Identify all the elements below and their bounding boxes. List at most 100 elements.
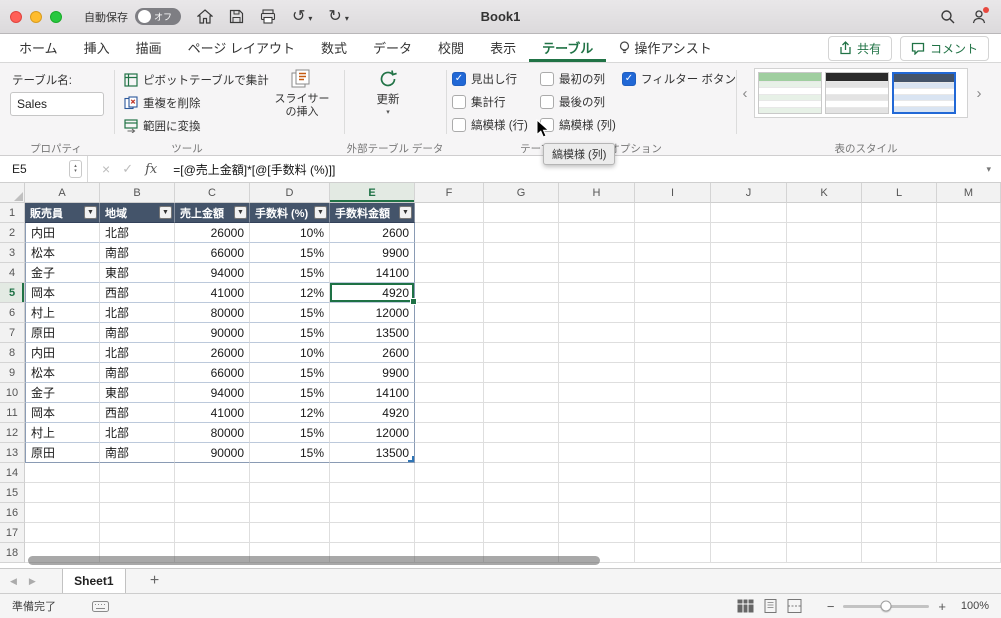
cell-E9[interactable]: 9900 <box>330 363 415 383</box>
autosave-toggle[interactable]: オフ <box>135 8 181 25</box>
cell-I10[interactable] <box>635 383 711 403</box>
cancel-entry-icon[interactable]: × <box>102 161 110 177</box>
table-resize-handle[interactable] <box>408 456 414 462</box>
cell-D4[interactable]: 15% <box>250 263 330 283</box>
cell-J10[interactable] <box>711 383 787 403</box>
page-layout-view-icon[interactable] <box>763 599 778 613</box>
cell-J9[interactable] <box>711 363 787 383</box>
comments-button[interactable]: コメント <box>900 36 989 61</box>
ribbon-tab-8[interactable]: 表示 <box>477 34 529 62</box>
cell-J18[interactable] <box>711 543 787 563</box>
cell-F9[interactable] <box>415 363 484 383</box>
column-header-B[interactable]: B <box>100 183 175 203</box>
cell-B2[interactable]: 北部 <box>100 223 175 243</box>
cell-F6[interactable] <box>415 303 484 323</box>
checkbox-icon[interactable] <box>540 95 554 109</box>
cell-G13[interactable] <box>484 443 559 463</box>
column-header-C[interactable]: C <box>175 183 250 203</box>
cell-D13[interactable]: 15% <box>250 443 330 463</box>
cell-M10[interactable] <box>937 383 1001 403</box>
row-header-3[interactable]: 3 <box>0 243 25 263</box>
sheet-nav-left-icon[interactable]: ◀ <box>10 576 17 587</box>
cell-K4[interactable] <box>787 263 862 283</box>
checkbox-icon[interactable] <box>540 118 554 132</box>
cell-F10[interactable] <box>415 383 484 403</box>
cell-E4[interactable]: 14100 <box>330 263 415 283</box>
column-header-M[interactable]: M <box>937 183 1001 203</box>
style-option-3[interactable]: 縞模様 (行) <box>452 115 540 134</box>
undo-chevron-icon[interactable]: ▾ <box>308 11 312 23</box>
insert-slicer-button[interactable]: スライサー の挿入 <box>262 69 342 119</box>
cell-F12[interactable] <box>415 423 484 443</box>
cell-F2[interactable] <box>415 223 484 243</box>
cell-F8[interactable] <box>415 343 484 363</box>
cell-I8[interactable] <box>635 343 711 363</box>
cell-C12[interactable]: 80000 <box>175 423 250 443</box>
cell-J4[interactable] <box>711 263 787 283</box>
cell-H10[interactable] <box>559 383 635 403</box>
cell-M8[interactable] <box>937 343 1001 363</box>
ribbon-tool-button-2[interactable]: 重複を削除 <box>124 92 269 113</box>
cell-M3[interactable] <box>937 243 1001 263</box>
table-style-thumbnail-1[interactable] <box>758 72 822 114</box>
select-all-corner[interactable] <box>0 183 25 203</box>
cell-J17[interactable] <box>711 523 787 543</box>
table-name-input[interactable] <box>10 92 104 116</box>
cell-I16[interactable] <box>635 503 711 523</box>
cell-I3[interactable] <box>635 243 711 263</box>
cell-M5[interactable] <box>937 283 1001 303</box>
cell-G2[interactable] <box>484 223 559 243</box>
cell-A1[interactable]: 販売員▼ <box>25 203 100 223</box>
column-header-D[interactable]: D <box>250 183 330 203</box>
cell-M7[interactable] <box>937 323 1001 343</box>
cell-D1[interactable]: 手数料 (%)▼ <box>250 203 330 223</box>
ribbon-tab-10[interactable]: 操作アシスト <box>606 34 724 62</box>
zoom-out-button[interactable]: − <box>827 599 835 614</box>
toolbar-customize-chevron-icon[interactable]: ▾ <box>345 11 349 23</box>
cell-F17[interactable] <box>415 523 484 543</box>
cell-J8[interactable] <box>711 343 787 363</box>
cell-H4[interactable] <box>559 263 635 283</box>
cell-K10[interactable] <box>787 383 862 403</box>
cell-D3[interactable]: 15% <box>250 243 330 263</box>
cell-K18[interactable] <box>787 543 862 563</box>
cell-D15[interactable] <box>250 483 330 503</box>
cell-F1[interactable] <box>415 203 484 223</box>
add-sheet-button[interactable]: + <box>150 572 159 590</box>
cell-G15[interactable] <box>484 483 559 503</box>
cell-I7[interactable] <box>635 323 711 343</box>
cell-I15[interactable] <box>635 483 711 503</box>
cell-L15[interactable] <box>862 483 937 503</box>
cell-B17[interactable] <box>100 523 175 543</box>
cell-B14[interactable] <box>100 463 175 483</box>
cell-L11[interactable] <box>862 403 937 423</box>
cell-G16[interactable] <box>484 503 559 523</box>
cell-C7[interactable]: 90000 <box>175 323 250 343</box>
cell-B15[interactable] <box>100 483 175 503</box>
cell-I11[interactable] <box>635 403 711 423</box>
cell-L4[interactable] <box>862 263 937 283</box>
row-header-17[interactable]: 17 <box>0 523 25 543</box>
table-style-thumbnail-3[interactable] <box>892 72 956 114</box>
ribbon-tool-button-3[interactable]: 範囲に変換 <box>124 115 269 136</box>
checkbox-icon[interactable]: ✓ <box>452 72 466 86</box>
cell-G5[interactable] <box>484 283 559 303</box>
search-icon[interactable] <box>940 9 955 24</box>
cell-B6[interactable]: 北部 <box>100 303 175 323</box>
cell-C13[interactable]: 90000 <box>175 443 250 463</box>
cell-K2[interactable] <box>787 223 862 243</box>
cell-C1[interactable]: 売上金額▼ <box>175 203 250 223</box>
filter-button[interactable]: ▼ <box>399 206 412 219</box>
cell-I12[interactable] <box>635 423 711 443</box>
cell-G1[interactable] <box>484 203 559 223</box>
cell-J7[interactable] <box>711 323 787 343</box>
style-option-6[interactable]: 縞模様 (列) <box>540 115 622 134</box>
row-header-10[interactable]: 10 <box>0 383 25 403</box>
cell-D17[interactable] <box>250 523 330 543</box>
cell-H2[interactable] <box>559 223 635 243</box>
column-header-E[interactable]: E <box>330 183 415 203</box>
cell-L8[interactable] <box>862 343 937 363</box>
cell-K5[interactable] <box>787 283 862 303</box>
cell-G17[interactable] <box>484 523 559 543</box>
row-header-14[interactable]: 14 <box>0 463 25 483</box>
